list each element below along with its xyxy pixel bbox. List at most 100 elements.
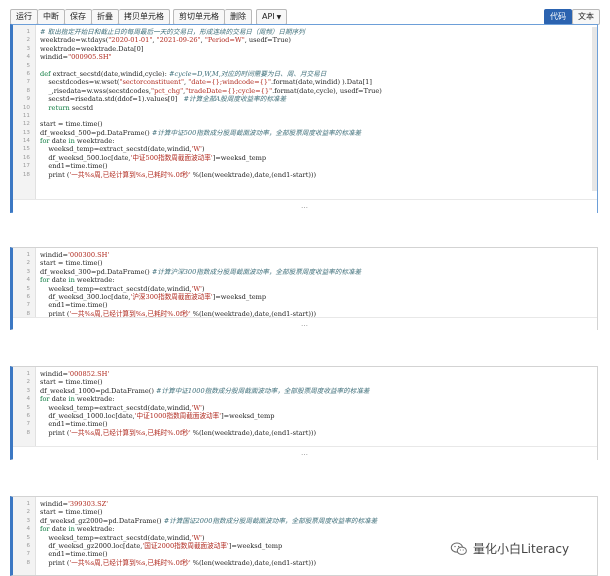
code-line[interactable]: 2 start = time.time(): [13, 378, 597, 386]
code-cell[interactable]: 1 windid='399303.SZ' 2 start = time.time() 3…: [10, 496, 598, 576]
output-ellipsis[interactable]: …: [301, 320, 309, 328]
code-line[interactable]: 4 windid="000905.SH": [13, 53, 597, 61]
code-line[interactable]: 2 start = time.time(): [13, 508, 597, 516]
code-line[interactable]: 8 print ('一共%s周,已经计算到%s,已耗时%.0f秒' %(len(…: [13, 429, 597, 437]
code-line[interactable]: 4 for date in weektrade:: [13, 395, 597, 403]
code-text[interactable]: print ('一共%s周,已经计算到%s,已耗时%.0f秒' %(len(we…: [40, 429, 316, 437]
code-text[interactable]: windid='399303.SZ': [40, 500, 108, 508]
code-line[interactable]: 16 df_weeksd_500.loc[date,'中证500指数周截面波动率…: [13, 154, 597, 162]
code-line[interactable]: 3 weektrade=weektrade.Data[0]: [13, 45, 597, 53]
code-text[interactable]: secstdcodes=w.wset("sectorconstituent", …: [40, 78, 372, 86]
code-text[interactable]: df_weeksd_1000.loc[date,'中证1000指数周截面波动率'…: [40, 412, 274, 420]
code-line[interactable]: 12 start = time.time(): [13, 120, 597, 128]
code-text[interactable]: start = time.time(): [40, 378, 103, 386]
code-editor[interactable]: 1 # 取出指定开始日和截止日的每周最后一天的交易日，形成连续的交易日（周频）日期…: [13, 28, 597, 179]
code-cell[interactable]: 1 windid='000300.SH' 2 start = time.time() 3…: [10, 247, 598, 332]
code-line[interactable]: 18 print ('一共%s周,已经计算到%s,已耗时%.0f秒' %(len…: [13, 171, 597, 179]
code-line[interactable]: 17 end1=time.time(): [13, 162, 597, 170]
cut-cell-button[interactable]: 剪切单元格: [173, 9, 225, 25]
code-text[interactable]: weeksd_temp=extract_secstd(date,windid,'…: [40, 145, 204, 153]
code-line[interactable]: 2 weektrade=w.tdays("2020-01-01", "2021-0…: [13, 36, 597, 44]
code-line[interactable]: 4 for date in weektrade:: [13, 525, 597, 533]
code-line[interactable]: 3 df_weeksd_1000=pd.DataFrame() #计算中证1000…: [13, 387, 597, 395]
code-line[interactable]: 1 # 取出指定开始日和截止日的每周最后一天的交易日，形成连续的交易日（周频）日期…: [13, 28, 597, 36]
code-text[interactable]: print ('一共%s周,已经计算到%s,已耗时%.0f秒' %(len(we…: [40, 559, 316, 567]
code-line[interactable]: 7 end1=time.time(): [13, 301, 597, 309]
interrupt-button[interactable]: 中断: [38, 9, 65, 25]
code-text[interactable]: for date in weektrade:: [40, 276, 114, 284]
code-text[interactable]: windid='000852.SH': [40, 370, 109, 378]
api-dropdown[interactable]: API ▼: [256, 9, 288, 25]
code-line[interactable]: 10 return secstd: [13, 104, 597, 112]
delete-button[interactable]: 删除: [225, 9, 252, 25]
code-line[interactable]: 7 end1=time.time(): [13, 420, 597, 428]
code-text[interactable]: weeksd_temp=extract_secstd(date,windid,'…: [40, 404, 204, 412]
code-text[interactable]: end1=time.time(): [40, 420, 107, 428]
code-text[interactable]: weektrade=w.tdays("2020-01-01", "2021-09…: [40, 36, 291, 44]
code-line[interactable]: 13 df_weeksd_500=pd.DataFrame() #计算中证500指…: [13, 129, 597, 137]
code-line[interactable]: 2 start = time.time(): [13, 259, 597, 267]
code-text[interactable]: start = time.time(): [40, 259, 103, 267]
code-line[interactable]: 6 df_weeksd_1000.loc[date,'中证1000指数周截面波动…: [13, 412, 597, 420]
code-text[interactable]: df_weeksd_500=pd.DataFrame() #计算中证500指数成…: [40, 129, 361, 137]
code-line[interactable]: 1 windid='000300.SH': [13, 251, 597, 259]
code-line[interactable]: 3 df_weeksd_gz2000=pd.DataFrame() #计算国证20…: [13, 517, 597, 525]
run-button[interactable]: 运行: [10, 9, 38, 25]
code-text[interactable]: df_weeksd_gz2000.loc[date,'国证2000指数周截面波动…: [40, 542, 282, 550]
code-text[interactable]: df_weeksd_500.loc[date,'中证500指数周截面波动率']=…: [40, 154, 266, 162]
code-line[interactable]: 5 weeksd_temp=extract_secstd(date,windid…: [13, 285, 597, 293]
code-line[interactable]: 1 windid='000852.SH': [13, 370, 597, 378]
code-line[interactable]: 8 print ('一共%s周,已经计算到%s,已耗时%.0f秒' %(len(…: [13, 559, 597, 567]
output-ellipsis[interactable]: …: [301, 449, 309, 457]
fold-button[interactable]: 折叠: [92, 9, 119, 25]
code-line[interactable]: 3 df_weeksd_300=pd.DataFrame() #计算沪深300指数…: [13, 268, 597, 276]
code-text[interactable]: print ('一共%s周,已经计算到%s,已耗时%.0f秒' %(len(we…: [40, 171, 316, 179]
code-text[interactable]: def extract_secstd(date,windid,cycle): #…: [40, 70, 326, 78]
code-text[interactable]: weektrade=weektrade.Data[0]: [40, 45, 143, 53]
code-line[interactable]: 1 windid='399303.SZ': [13, 500, 597, 508]
code-editor[interactable]: 1 windid='000300.SH' 2 start = time.time() 3…: [13, 251, 597, 318]
save-button[interactable]: 保存: [65, 9, 92, 25]
code-text[interactable]: for date in weektrade:: [40, 525, 114, 533]
copy-cell-button[interactable]: 拷贝单元格: [119, 9, 170, 25]
code-text[interactable]: secstd=risedata.std(ddof=1).values[0] #计…: [40, 95, 286, 103]
code-line[interactable]: 5: [13, 62, 597, 70]
code-text[interactable]: df_weeksd_300.loc[date,'沪深300指数周截面波动率']=…: [40, 293, 266, 301]
output-ellipsis[interactable]: …: [301, 202, 309, 210]
scrollbar[interactable]: [592, 27, 597, 191]
code-text[interactable]: end1=time.time(): [40, 301, 107, 309]
code-text[interactable]: windid='000300.SH': [40, 251, 109, 259]
code-line[interactable]: 4 for date in weektrade:: [13, 276, 597, 284]
code-view-button[interactable]: 代码: [544, 9, 572, 25]
code-text[interactable]: weeksd_temp=extract_secstd(date,windid,'…: [40, 534, 204, 542]
text-view-button[interactable]: 文本: [572, 9, 600, 25]
code-text[interactable]: _,risedata=w.wss(secstdcodes,"pct_chg","…: [40, 87, 381, 95]
code-line[interactable]: 8 _,risedata=w.wss(secstdcodes,"pct_chg"…: [13, 87, 597, 95]
code-line[interactable]: 15 weeksd_temp=extract_secstd(date,windi…: [13, 145, 597, 153]
code-line[interactable]: 14 for date in weektrade:: [13, 137, 597, 145]
code-text[interactable]: df_weeksd_gz2000=pd.DataFrame() #计算国证200…: [40, 517, 377, 525]
code-line[interactable]: 7 secstdcodes=w.wset("sectorconstituent"…: [13, 78, 597, 86]
code-text[interactable]: df_weeksd_1000=pd.DataFrame() #计算中证1000指…: [40, 387, 370, 395]
code-cell[interactable]: 1 windid='000852.SH' 2 start = time.time() 3…: [10, 366, 598, 461]
code-text[interactable]: start = time.time(): [40, 508, 103, 516]
code-text[interactable]: end1=time.time(): [40, 162, 107, 170]
code-line[interactable]: 6 def extract_secstd(date,windid,cycle): …: [13, 70, 597, 78]
code-text[interactable]: return secstd: [40, 104, 93, 112]
code-line[interactable]: 5 weeksd_temp=extract_secstd(date,windid…: [13, 404, 597, 412]
code-text[interactable]: end1=time.time(): [40, 550, 107, 558]
code-text[interactable]: weeksd_temp=extract_secstd(date,windid,'…: [40, 285, 204, 293]
code-text[interactable]: windid="000905.SH": [40, 53, 112, 61]
code-line[interactable]: 9 secstd=risedata.std(ddof=1).values[0] …: [13, 95, 597, 103]
code-text[interactable]: # 取出指定开始日和截止日的每周最后一天的交易日，形成连续的交易日（周频）日期序…: [40, 28, 305, 36]
line-number: 7: [26, 302, 30, 309]
code-text[interactable]: for date in weektrade:: [40, 395, 114, 403]
code-text[interactable]: for date in weektrade:: [40, 137, 114, 145]
code-editor[interactable]: 1 windid='000852.SH' 2 start = time.time() 3…: [13, 370, 597, 437]
code-text[interactable]: df_weeksd_300=pd.DataFrame() #计算沪深300指数成…: [40, 268, 361, 276]
code-line[interactable]: 6 df_weeksd_300.loc[date,'沪深300指数周截面波动率'…: [13, 293, 597, 301]
code-text[interactable]: start = time.time(): [40, 120, 103, 128]
code-line[interactable]: 11: [13, 112, 597, 120]
code-editor[interactable]: 1 windid='399303.SZ' 2 start = time.time() 3…: [13, 500, 597, 567]
code-cell[interactable]: 1 # 取出指定开始日和截止日的每周最后一天的交易日，形成连续的交易日（周频）日期…: [10, 24, 598, 214]
